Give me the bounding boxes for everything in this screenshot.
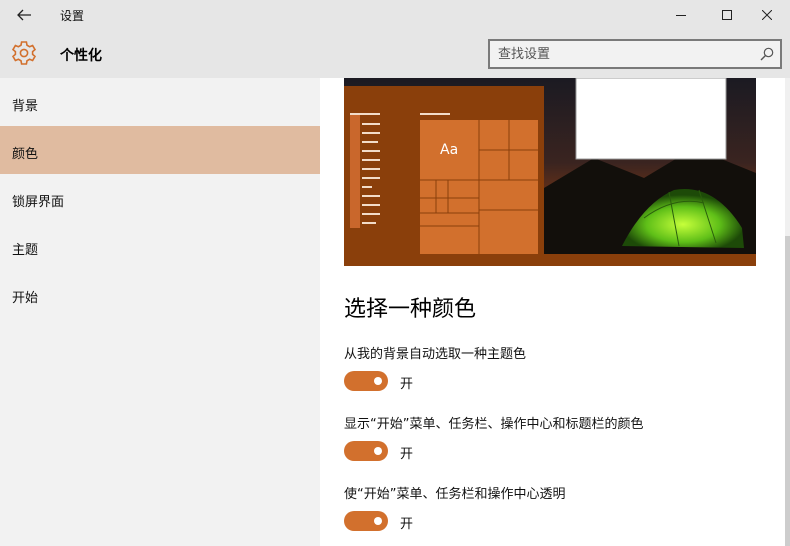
toggle-knob (374, 517, 382, 525)
minimize-icon (676, 15, 686, 16)
transparency-label: 使“开始”菜单、任务栏和操作中心透明 (344, 487, 566, 502)
sidebar-item-background[interactable]: 背景 (0, 78, 320, 126)
preview-image (344, 78, 756, 266)
auto-accent-state: 开 (400, 377, 414, 392)
close-icon (762, 10, 772, 20)
sidebar-item-colors[interactable]: 颜色 (0, 126, 320, 174)
minimize-button[interactable] (658, 0, 704, 30)
title-bar: 设置 (0, 0, 790, 30)
back-button[interactable] (10, 4, 38, 26)
maximize-icon (722, 10, 732, 20)
color-preview: Aa (344, 78, 756, 266)
auto-accent-toggle[interactable] (344, 371, 388, 391)
close-button[interactable] (744, 0, 790, 30)
transparency-state: 开 (400, 517, 414, 532)
transparency-toggle[interactable] (344, 511, 388, 531)
sidebar-item-themes[interactable]: 主题 (0, 222, 320, 270)
window-title: 设置 (60, 9, 85, 23)
tile-sample-text: Aa (440, 142, 459, 158)
sidebar-item-start[interactable]: 开始 (0, 270, 320, 318)
gear-icon (11, 41, 37, 65)
scrollbar-thumb[interactable] (785, 236, 790, 546)
auto-accent-label: 从我的背景自动选取一种主题色 (344, 347, 527, 362)
toggle-knob (374, 377, 382, 385)
page-header: 个性化 (0, 30, 790, 78)
toggle-knob (374, 447, 382, 455)
content-scrollbar[interactable] (785, 78, 790, 546)
sidebar: 背景 颜色 锁屏界面 主题 开始 (0, 78, 320, 546)
search-box[interactable] (488, 39, 782, 69)
search-input[interactable] (498, 45, 748, 63)
arrow-left-icon (17, 9, 31, 21)
search-icon[interactable] (760, 47, 774, 61)
sidebar-item-lock-screen[interactable]: 锁屏界面 (0, 174, 320, 222)
show-color-state: 开 (400, 447, 414, 462)
show-color-label: 显示“开始”菜单、任务栏、操作中心和标题栏的颜色 (344, 417, 644, 432)
show-color-toggle[interactable] (344, 441, 388, 461)
main-content: Aa 选择一种颜色 从我的背景自动选取一种主题色 开 显示“开始”菜单、任务栏、… (320, 78, 790, 546)
page-title: 个性化 (60, 48, 102, 64)
section-title: 选择一种颜色 (344, 297, 477, 322)
